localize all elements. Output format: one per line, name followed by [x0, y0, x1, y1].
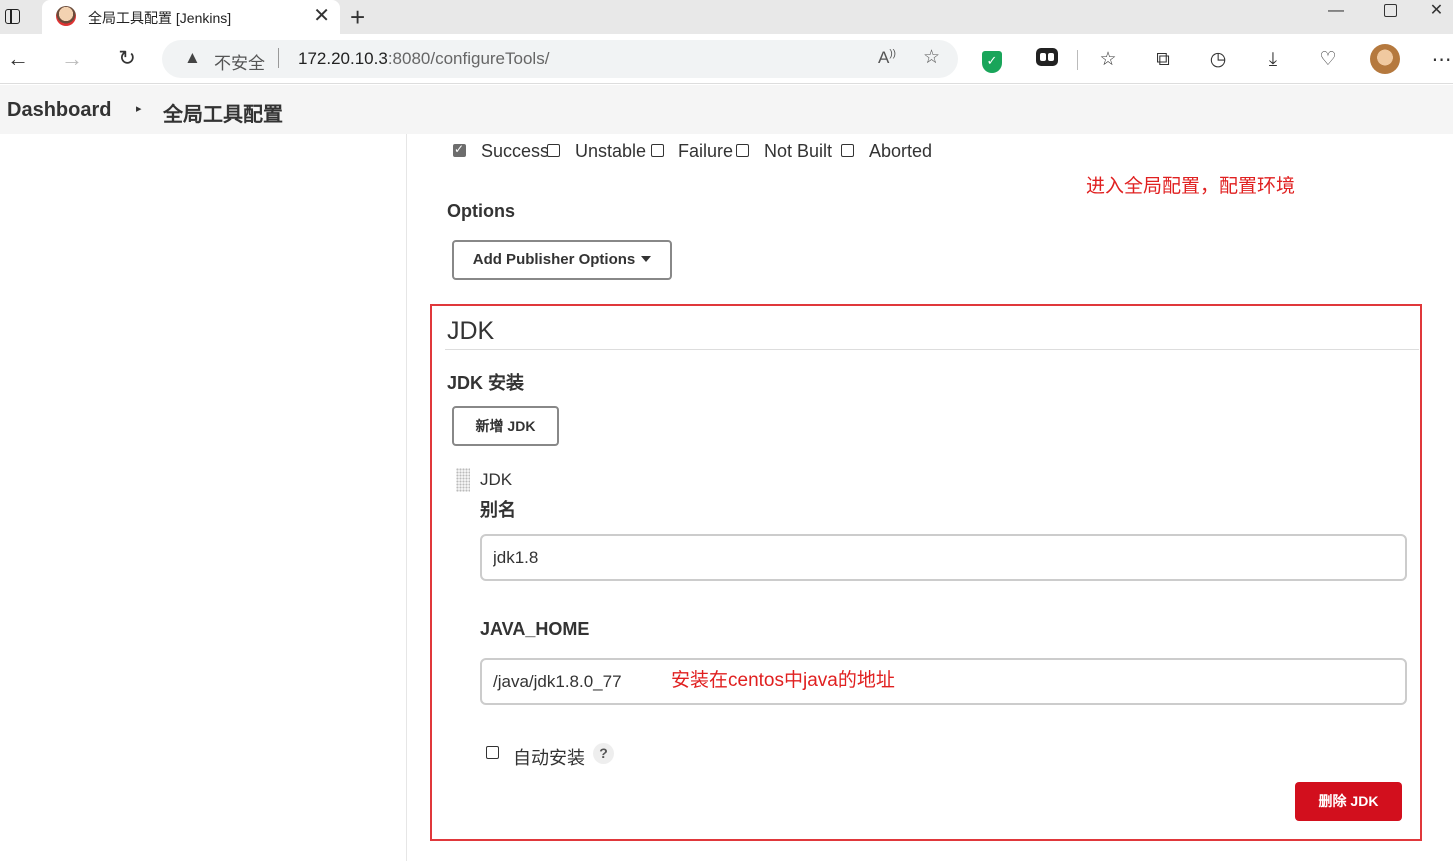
- arrow-left-icon[interactable]: ←: [5, 46, 31, 72]
- status-failure-checkbox[interactable]: [651, 144, 664, 157]
- global-config-annotation: 进入全局配置，配置环境: [1086, 176, 1296, 197]
- history-icon[interactable]: ◷: [1206, 48, 1230, 72]
- url-path: :8080/configureTools/: [387, 49, 550, 68]
- shield-extension-icon[interactable]: ✓: [980, 48, 1004, 73]
- status-notbuilt-checkbox[interactable]: [736, 144, 749, 157]
- browser-tab-strip: 全局工具配置 [Jenkins] ✕ + — ✕: [0, 0, 1453, 34]
- add-publisher-options-button[interactable]: Add Publisher Options: [452, 240, 672, 280]
- drag-handle-icon[interactable]: [456, 468, 470, 492]
- side-panel-divider: [406, 134, 407, 861]
- breadcrumb-current-page[interactable]: 全局工具配置: [163, 98, 283, 127]
- download-icon[interactable]: ⤓: [1261, 48, 1285, 72]
- java-home-input[interactable]: [480, 658, 1407, 705]
- status-aborted-checkbox[interactable]: [841, 144, 854, 157]
- status-aborted-label: Aborted: [869, 141, 933, 161]
- help-icon[interactable]: ?: [593, 743, 614, 764]
- auto-install-label: 自动安装: [513, 748, 585, 768]
- read-aloud-icon[interactable]: A)): [878, 48, 896, 68]
- address-divider: [278, 48, 279, 68]
- java-home-label: JAVA_HOME: [480, 619, 590, 639]
- collections-icon[interactable]: ⧉: [1151, 48, 1175, 72]
- breadcrumb-chevron-icon[interactable]: ▸: [136, 102, 142, 115]
- status-success-checkbox[interactable]: [453, 142, 466, 157]
- arrow-right-icon[interactable]: →: [59, 46, 85, 72]
- window-maximize-button[interactable]: [1366, 0, 1414, 28]
- more-menu-icon[interactable]: ⋯: [1430, 48, 1453, 72]
- caret-down-icon: [641, 255, 652, 262]
- alias-input[interactable]: [480, 534, 1407, 581]
- jenkins-favicon-icon: [56, 6, 76, 26]
- java-home-annotation: 安装在centos中java的地址: [671, 670, 895, 691]
- window-minimize-button[interactable]: —: [1312, 0, 1360, 28]
- security-label[interactable]: 不安全: [214, 49, 265, 74]
- jdk-section-divider: [445, 349, 1419, 350]
- options-heading: Options: [447, 201, 515, 221]
- reload-icon[interactable]: ↻: [114, 46, 140, 72]
- delete-jdk-button[interactable]: 删除 JDK: [1295, 782, 1402, 821]
- status-failure-label: Failure: [678, 141, 734, 161]
- extension-icon[interactable]: [1035, 48, 1059, 72]
- performance-icon[interactable]: ♡: [1316, 48, 1340, 72]
- profile-avatar[interactable]: [1370, 44, 1400, 74]
- warning-triangle-icon[interactable]: ▲: [184, 48, 201, 68]
- status-success-label: Success: [481, 141, 550, 161]
- tab-close-icon[interactable]: ✕: [313, 5, 330, 27]
- star-add-icon[interactable]: ☆: [923, 46, 940, 69]
- add-publisher-options-label: Add Publisher Options: [472, 251, 636, 268]
- address-bar[interactable]: ▲ 不安全 172.20.10.3:8080/configureTools/ A…: [162, 40, 958, 78]
- status-notbuilt-label: Not Built: [764, 141, 833, 161]
- jdk-section-title: JDK: [447, 317, 495, 345]
- tab-title: 全局工具配置 [Jenkins]: [88, 10, 232, 26]
- jdk-item-title: JDK: [480, 470, 513, 489]
- browser-toolbar: ← → ↻ ▲ 不安全 172.20.10.3:8080/configureTo…: [0, 34, 1453, 84]
- tab-actions-icon[interactable]: [2, 6, 24, 28]
- new-tab-icon[interactable]: +: [350, 2, 365, 33]
- url-text[interactable]: 172.20.10.3:8080/configureTools/: [298, 49, 549, 69]
- jdk-install-heading: JDK 安装: [447, 373, 525, 393]
- url-host: 172.20.10.3: [298, 49, 388, 68]
- window-close-button[interactable]: ✕: [1420, 0, 1453, 28]
- add-jdk-button[interactable]: 新增 JDK: [452, 406, 559, 446]
- auto-install-checkbox[interactable]: [486, 746, 499, 759]
- breadcrumb-dashboard-link[interactable]: Dashboard: [7, 99, 111, 122]
- alias-label: 别名: [480, 500, 516, 520]
- breadcrumb: Dashboard ▸ 全局工具配置: [0, 85, 1453, 134]
- status-unstable-label: Unstable: [575, 141, 647, 161]
- browser-tab[interactable]: 全局工具配置 [Jenkins] ✕: [42, 0, 340, 34]
- favorites-list-icon[interactable]: ☆: [1096, 48, 1120, 72]
- toolbar-divider: [1077, 50, 1078, 70]
- status-unstable-checkbox[interactable]: [547, 144, 560, 157]
